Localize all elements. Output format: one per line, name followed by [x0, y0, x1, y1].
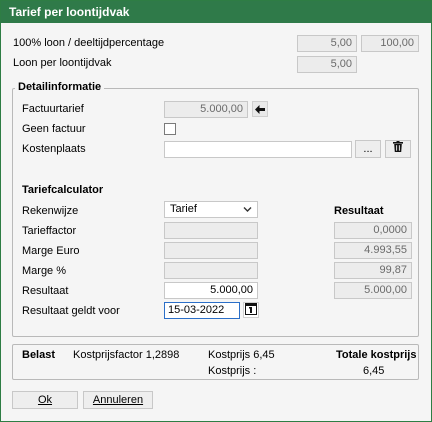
marge-pct-input [164, 262, 258, 279]
chevron-down-icon [243, 202, 252, 222]
deeltijd-percentage-field: 100,00 [361, 35, 419, 52]
arrow-left-icon[interactable] [252, 101, 268, 117]
geen-factuur-label: Geen factuur [22, 123, 86, 135]
factuurtarief-label: Factuurtarief [22, 103, 84, 115]
marge-euro-label: Marge Euro [22, 245, 80, 257]
marge-pct-result: 99,87 [334, 262, 412, 279]
resultaat-header: Resultaat [334, 205, 384, 217]
resultaat-result: 5.000,00 [334, 282, 412, 299]
marge-pct-label: Marge % [22, 265, 67, 277]
kostprijsfactor-text: Kostprijsfactor 1,2898 [73, 349, 180, 361]
resultaat-geldt-voor-label: Resultaat geldt voor [22, 305, 120, 317]
rekenwijze-label: Rekenwijze [22, 205, 79, 217]
kostenplaats-browse-button[interactable]: ... [355, 140, 381, 158]
belast-label: Belast [22, 349, 56, 361]
tarieffactor-input [164, 222, 258, 239]
resultaat-label: Resultaat [22, 285, 69, 297]
resultaat-input[interactable]: 5.000,00 [164, 282, 258, 299]
window-title: Tarief per loontijdvak [1, 1, 431, 23]
marge-euro-input [164, 242, 258, 259]
loon-deeltijd-label: 100% loon / deeltijdpercentage [13, 37, 165, 49]
trash-icon [393, 141, 403, 157]
tariefcalculator-title: Tariefcalculator [22, 184, 104, 196]
tarieffactor-result: 0,0000 [334, 222, 412, 239]
kostenplaats-label: Kostenplaats [22, 143, 86, 155]
loon-percentage-field: 5,00 [297, 35, 357, 52]
totale-kostprijs-value: 6,45 [363, 365, 385, 377]
calendar-button[interactable] [243, 302, 259, 318]
kostenplaats-delete-button[interactable] [385, 140, 411, 158]
detailinformatie-title: Detailinformatie [15, 80, 105, 94]
geen-factuur-checkbox[interactable] [164, 123, 176, 135]
annuleren-button[interactable]: Annuleren [83, 391, 153, 409]
dialog-window: Tarief per loontijdvak 100% loon / deelt… [0, 0, 432, 422]
kostprijs-text: Kostprijs 6,45 [208, 349, 275, 361]
factuurtarief-field: 5.000,00 [164, 101, 248, 118]
tarieffactor-label: Tarieffactor [22, 225, 77, 237]
totale-kostprijs-label: Totale kostprijs [336, 349, 417, 361]
calendar-icon [245, 302, 257, 318]
kostenplaats-input[interactable] [164, 141, 352, 158]
loon-per-loontijdvak-field: 5,00 [297, 56, 357, 73]
kostprijs-label-2: Kostprijs : [208, 365, 257, 377]
loon-per-loontijdvak-label: Loon per loontijdvak [13, 57, 112, 69]
rekenwijze-value: Tarief [170, 203, 197, 215]
ok-button[interactable]: Ok [12, 391, 78, 409]
rekenwijze-select[interactable]: Tarief [164, 201, 258, 218]
geldt-voor-date-input[interactable]: 15-03-2022 [164, 302, 240, 319]
marge-euro-result: 4.993,55 [334, 242, 412, 259]
